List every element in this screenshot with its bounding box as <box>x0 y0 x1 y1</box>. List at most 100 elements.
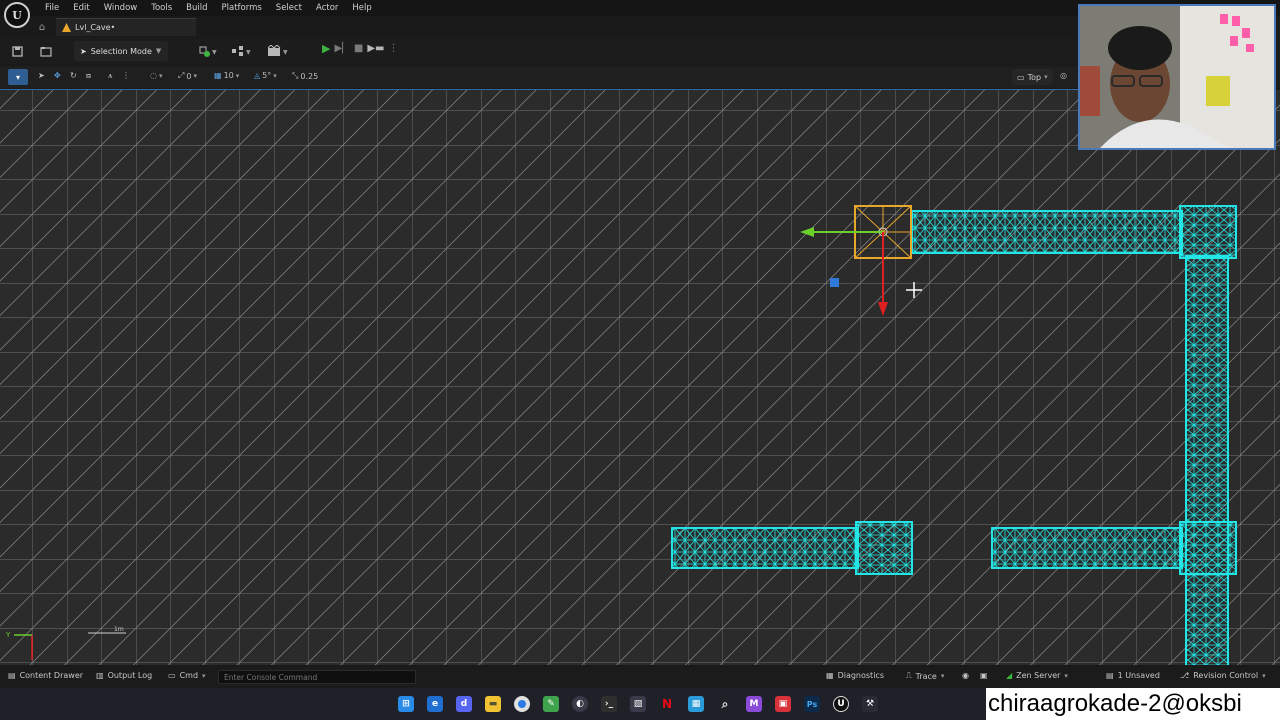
edge-icon[interactable]: e <box>427 696 443 712</box>
corridor-junction[interactable] <box>1179 205 1237 259</box>
menu-window[interactable]: Window <box>97 0 145 16</box>
cave-corridor-vertical[interactable] <box>1185 255 1229 665</box>
screenshot-icon[interactable]: ▧ <box>630 696 646 712</box>
search-icon[interactable]: ⌕ <box>717 696 733 712</box>
netflix-icon[interactable]: N <box>659 696 675 712</box>
camera-icon[interactable]: ▣ <box>980 671 988 680</box>
grid-snap-toggle[interactable]: ▦ 10 ▾ <box>214 71 239 80</box>
donation-overlay-text: chiraagrokade-2@oksbi <box>986 688 1280 720</box>
select-tool-icon[interactable]: ➤ <box>38 71 45 80</box>
level-viewport[interactable]: Y 1m <box>0 90 1280 665</box>
cave-corridor-bottom-left[interactable] <box>671 521 913 575</box>
angle-snap-toggle[interactable]: ◬ 5° ▾ <box>254 71 277 80</box>
document-tabs: ⌂ Lvl_Cave• <box>34 18 196 36</box>
add-actor-icon[interactable]: ▼ <box>196 42 220 60</box>
gizmo-plane-handle-icon[interactable] <box>830 278 839 287</box>
menu-edit[interactable]: Edit <box>66 0 96 16</box>
lit-mode-icon[interactable]: ◎ <box>1060 71 1067 80</box>
unreal-logo-icon[interactable]: U <box>4 2 30 28</box>
advance-frame-icon[interactable]: ▶▏ <box>334 43 349 54</box>
menu-help[interactable]: Help <box>345 0 378 16</box>
output-log-label: Output Log <box>107 671 153 680</box>
menu-tools[interactable]: Tools <box>144 0 179 16</box>
view-mode-dropdown[interactable]: ▭ Top ▾ <box>1012 69 1053 85</box>
save-icon[interactable] <box>8 42 26 60</box>
tool-icon[interactable]: ⚒ <box>862 696 878 712</box>
viewport-toolbar: ▾ ➤ ✥ ↻ ⧈ ⩚ ⋮ ◌ ▾ ⤢ 0 ▾ ▦ 10 ▾ ◬ 5° ▾ ⤡ … <box>0 66 1080 88</box>
blueprint-icon[interactable]: ▼ <box>230 42 254 60</box>
corridor-mesh[interactable] <box>991 527 1183 569</box>
stop-icon[interactable]: ■ <box>354 43 363 54</box>
corridor-mesh[interactable] <box>1185 255 1229 665</box>
cave-corridor-bottom-right[interactable] <box>991 521 1237 575</box>
unreal-icon[interactable]: U <box>833 696 849 712</box>
visual-studio-icon[interactable]: M <box>746 696 762 712</box>
menu-select[interactable]: Select <box>269 0 309 16</box>
corridor-end[interactable] <box>855 521 913 575</box>
chevron-down-icon: ▾ <box>940 672 945 680</box>
rotation-snap-toggle[interactable]: ⤢ 0 ▾ <box>178 71 197 81</box>
cmd-label: Cmd <box>179 671 199 680</box>
chevron-down-icon: ▾ <box>193 72 198 80</box>
scale-label: 1m <box>114 626 124 633</box>
chrome-icon[interactable] <box>514 696 530 712</box>
angle-snap-value: 5° <box>262 71 272 80</box>
menu-items: File Edit Window Tools Build Platforms S… <box>38 0 379 16</box>
unsaved-button[interactable]: ▤ 1 Unsaved <box>1106 671 1160 680</box>
viewport-canvas[interactable]: Y 1m <box>0 90 1280 665</box>
corridor-mesh[interactable] <box>911 210 1183 254</box>
scale-tool-icon[interactable]: ⧈ <box>86 71 91 81</box>
scale-snap-toggle[interactable]: ⤡ 0.25 <box>292 71 318 81</box>
menu-platforms[interactable]: Platforms <box>215 0 269 16</box>
rotation-snap-value: 0 <box>186 71 192 81</box>
more-tools-icon[interactable]: ⋮ <box>122 71 130 80</box>
menu-file[interactable]: File <box>38 0 66 16</box>
chevron-down-icon: ▾ <box>273 71 277 80</box>
viewport-options-icon[interactable]: ▾ <box>8 69 28 85</box>
trace-dropdown[interactable]: ⎍ Trace ▾ <box>906 671 944 681</box>
svg-text:▼: ▼ <box>212 49 217 56</box>
media-icon[interactable]: ▣ <box>775 696 791 712</box>
rotate-tool-icon[interactable]: ↻ <box>70 71 77 80</box>
selection-mode-icon: ➤ <box>80 46 87 56</box>
corridor-junction[interactable] <box>1179 521 1237 575</box>
launch-icon[interactable]: ▶▬ <box>367 43 384 54</box>
content-drawer-button[interactable]: ▤ Content Drawer <box>8 671 83 680</box>
corridor-mesh[interactable] <box>671 527 859 569</box>
terminal-icon[interactable]: ›_ <box>601 696 617 712</box>
home-icon[interactable]: ⌂ <box>34 19 50 35</box>
chevron-down-icon: ▼ <box>155 47 162 55</box>
menu-build[interactable]: Build <box>179 0 214 16</box>
cmd-dropdown[interactable]: ▭ Cmd ▾ <box>168 671 206 680</box>
zen-server-dropdown[interactable]: ◢ Zen Server ▾ <box>1006 671 1068 680</box>
webcam-image <box>1080 6 1274 148</box>
selection-mode-dropdown[interactable]: ➤ Selection Mode ▼ <box>74 41 168 61</box>
windows-start-icon[interactable]: ⊞ <box>398 696 414 712</box>
output-log-icon: ▥ <box>96 671 104 680</box>
translate-tool-icon[interactable]: ✥ <box>54 71 61 80</box>
cinematics-icon[interactable]: ▼ <box>266 42 292 60</box>
more-icon[interactable]: ⋮ <box>388 43 398 54</box>
diagnostics-button[interactable]: ▦ Diagnostics <box>826 671 884 680</box>
status-bar: ▤ Content Drawer ▥ Output Log ▭ Cmd ▾ ▦ … <box>0 667 1280 687</box>
tab-level[interactable]: Lvl_Cave• <box>56 18 196 36</box>
menu-actor[interactable]: Actor <box>309 0 345 16</box>
revision-control-dropdown[interactable]: ⎇ Revision Control ▾ <box>1180 671 1266 680</box>
trace-icon: ⎍ <box>906 671 912 680</box>
coordinate-system-icon[interactable]: ◌ ▾ <box>150 71 163 80</box>
notepad-icon[interactable]: ✎ <box>543 696 559 712</box>
console-command-input[interactable] <box>218 670 416 684</box>
revision-control-icon: ⎇ <box>1180 671 1190 680</box>
obs-icon[interactable]: ◐ <box>572 696 588 712</box>
play-icon[interactable]: ▶ <box>322 42 330 55</box>
surface-snap-icon[interactable]: ⩚ <box>108 71 113 81</box>
cave-corridor-top[interactable] <box>911 205 1237 259</box>
content-browser-icon[interactable] <box>37 42 55 60</box>
files-icon[interactable]: ▬ <box>485 696 501 712</box>
record-icon[interactable]: ◉ <box>962 671 969 680</box>
level-icon <box>62 23 71 32</box>
photoshop-icon[interactable]: Ps <box>804 696 820 712</box>
discord-icon[interactable]: d <box>456 696 472 712</box>
output-log-button[interactable]: ▥ Output Log <box>96 671 152 680</box>
store-icon[interactable]: ▦ <box>688 696 704 712</box>
